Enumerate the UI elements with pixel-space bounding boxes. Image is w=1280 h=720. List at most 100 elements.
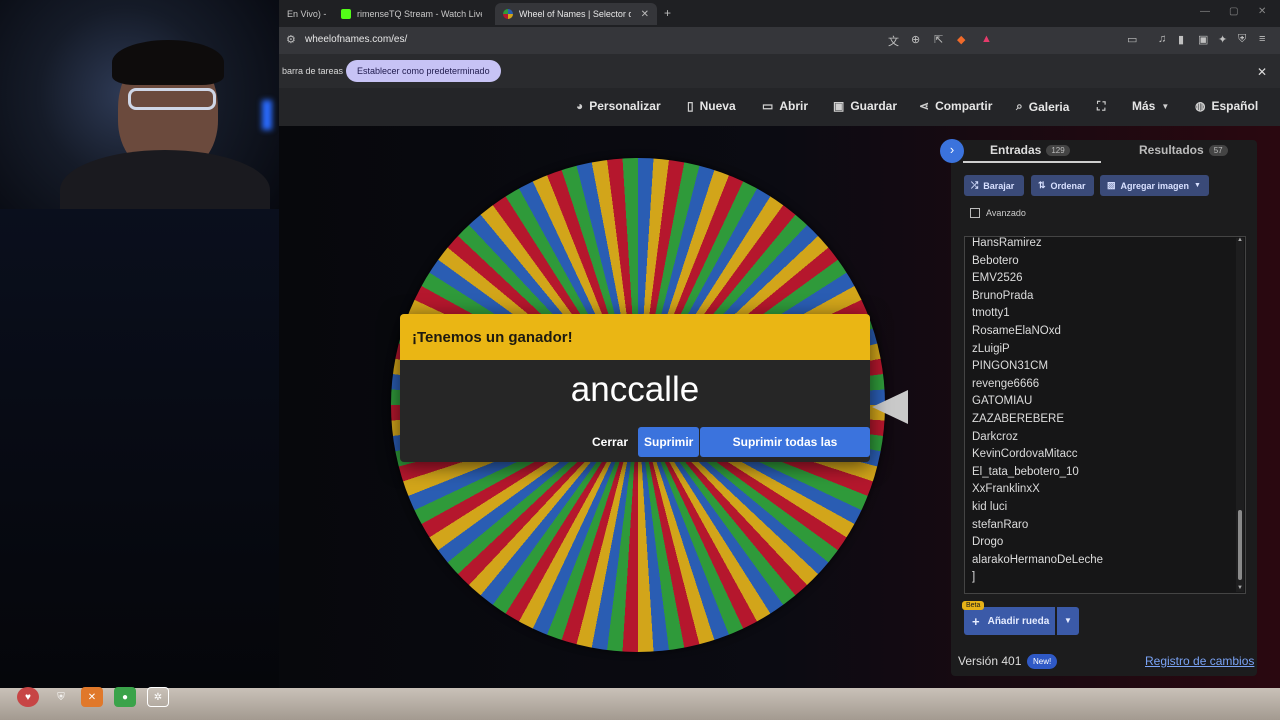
dialog-title: ¡Tenemos un ganador! [400,314,870,360]
entry-item: tmotty1 [972,307,1010,320]
nav-label: Guardar [850,99,898,113]
entry-item: El_tata_bebotero_10 [972,465,1079,478]
minimize-icon[interactable]: — [1200,6,1210,17]
close-tab-icon[interactable]: ✕ [641,9,649,20]
nav-language[interactable]: ◍ Español [1195,99,1258,113]
fullscreen-button[interactable]: ⛶ [1097,99,1105,114]
reading-list-icon[interactable]: ▮ [1178,33,1184,46]
brave-rewards-icon[interactable]: ▲ [981,33,992,45]
entry-item: alarakoHermanoDeLeche [972,553,1104,566]
browser-tab-1[interactable]: En Vivo) - [279,3,331,25]
plus-icon: + [972,613,980,629]
remove-all-button[interactable]: Suprimir todas las instancias [700,427,870,457]
close-button[interactable]: Cerrar [586,427,634,457]
scroll-up-icon[interactable]: ▲ [1237,237,1243,243]
site-info-icon[interactable]: ⚙ [286,33,296,46]
nav-more[interactable]: Más ▼ [1132,99,1169,113]
infobar-close-icon[interactable]: ✕ [1257,65,1267,79]
nav-label: Galeria [1028,99,1070,114]
save-icon: ▣ [833,99,845,113]
infobar-text: barra de tareas [282,66,344,76]
globe-icon: ◍ [1195,99,1206,113]
scroll-down-icon[interactable]: ▼ [1237,585,1243,591]
translate-icon[interactable]: 文 [888,33,899,49]
entry-item: RosameElaNOxd [972,325,1061,337]
advanced-checkbox[interactable] [970,208,980,218]
share-icon: ⋖ [919,99,930,113]
entry-item: revenge6666 [972,377,1040,390]
tab-title: rimenseTQ Stream - Watch Live on K [357,9,482,19]
nav-label: Más [1132,99,1156,113]
fullscreen-icon: ⛶ [1097,99,1106,113]
tab-results[interactable]: Resultados 57 [1139,143,1228,157]
beta-badge: Beta [962,601,985,610]
remove-button[interactable]: Suprimir [638,427,700,457]
new-badge: New! [1027,654,1058,669]
wallet-icon[interactable]: ▣ [1198,33,1208,46]
nav-label: Nueva [699,99,736,113]
music-icon[interactable]: ♫ [1158,33,1166,45]
image-icon: ▨ [1107,180,1116,190]
chevron-down-icon: ▼ [1194,182,1201,189]
sidebar-toggle-icon[interactable]: ▭ [1127,33,1137,46]
nav-open[interactable]: ▭ Abrir [762,99,808,113]
results-count-badge: 57 [1208,144,1228,156]
entry-item: HansRamirez [972,237,1042,249]
add-wheel-dropdown[interactable]: ▼ [1057,607,1079,635]
button-label: Agregar imagen [1120,180,1190,191]
webcam-bottom-strip [0,688,1280,720]
button-label: Ordenar [1050,180,1086,191]
wheel-pointer [872,390,908,424]
kick-icon [341,9,351,19]
nav-label: Personalizar [589,99,661,113]
zoom-icon[interactable]: ⊕ [911,33,920,46]
nav-customize[interactable]: ◕ Personalizar [576,99,661,113]
entry-item: stefanRaro [972,518,1029,531]
version-label: Versión 401 [958,654,1022,668]
new-tab-button[interactable]: + [664,6,671,20]
shuffle-button[interactable]: ⤮ Barajar [964,175,1024,196]
maximize-icon[interactable]: ▢ [1229,6,1238,17]
entry-item: Drogo [972,536,1004,549]
winner-name: anccalle [570,370,700,409]
add-image-button[interactable]: ▨ Agregar imagen ▼ [1100,175,1209,196]
tab-title: Wheel of Names | Selector de no [519,9,631,19]
collapse-panel-button[interactable]: › [940,139,964,163]
heart-icon: ♥ [17,687,39,707]
shirt-shape [60,150,270,209]
wheel-favicon-icon [503,9,513,19]
nav-save[interactable]: ▣ Guardar [833,99,897,113]
sort-button[interactable]: ⇅ Ordenar [1031,175,1094,196]
scrollbar-thumb[interactable] [1238,510,1242,580]
blue-light-shape [262,100,272,130]
tab-label: Entradas [990,143,1042,157]
search-icon: ⌕ [1016,99,1023,113]
nav-gallery[interactable]: ⌕ Galeria [1016,99,1069,114]
chevron-down-icon: ▼ [1161,101,1170,111]
changelog-link[interactable]: Registro de cambios [1145,654,1254,668]
entry-item: KevinCordovaMitacc [972,448,1078,461]
add-wheel-button[interactable]: + Añadir rueda [964,607,1055,635]
active-tab-indicator [963,161,1101,163]
brave-shield-icon[interactable]: ◆ [957,33,965,46]
browser-tab-2[interactable]: rimenseTQ Stream - Watch Live on K [333,3,493,25]
nav-new[interactable]: ▯ Nueva [687,99,736,113]
vpn-icon[interactable]: ⛨ [1238,33,1246,46]
entry-item: EMV2526 [972,272,1023,285]
bolt-icon: ✲ [147,687,169,707]
menu-icon[interactable]: ≡ [1259,33,1265,45]
tab-label: Resultados [1139,143,1204,157]
ai-icon[interactable]: ✦ [1218,33,1227,46]
browser-tab-active[interactable]: Wheel of Names | Selector de no ✕ [495,3,657,25]
set-default-button[interactable]: Establecer como predeterminado [346,60,501,82]
close-window-icon[interactable]: ✕ [1258,6,1266,17]
folder-icon: ▭ [762,99,774,113]
url-field[interactable]: wheelofnames.com/es/ [305,34,407,45]
tab-entries[interactable]: Entradas 129 [990,143,1070,157]
nav-label: Español [1211,99,1259,113]
nav-share[interactable]: ⋖ Compartir [919,99,992,113]
sword-icon: ✕ [81,687,103,707]
file-icon: ▯ [687,99,694,113]
share-page-icon[interactable]: ⇱ [934,33,943,46]
glasses-shape [128,88,216,110]
